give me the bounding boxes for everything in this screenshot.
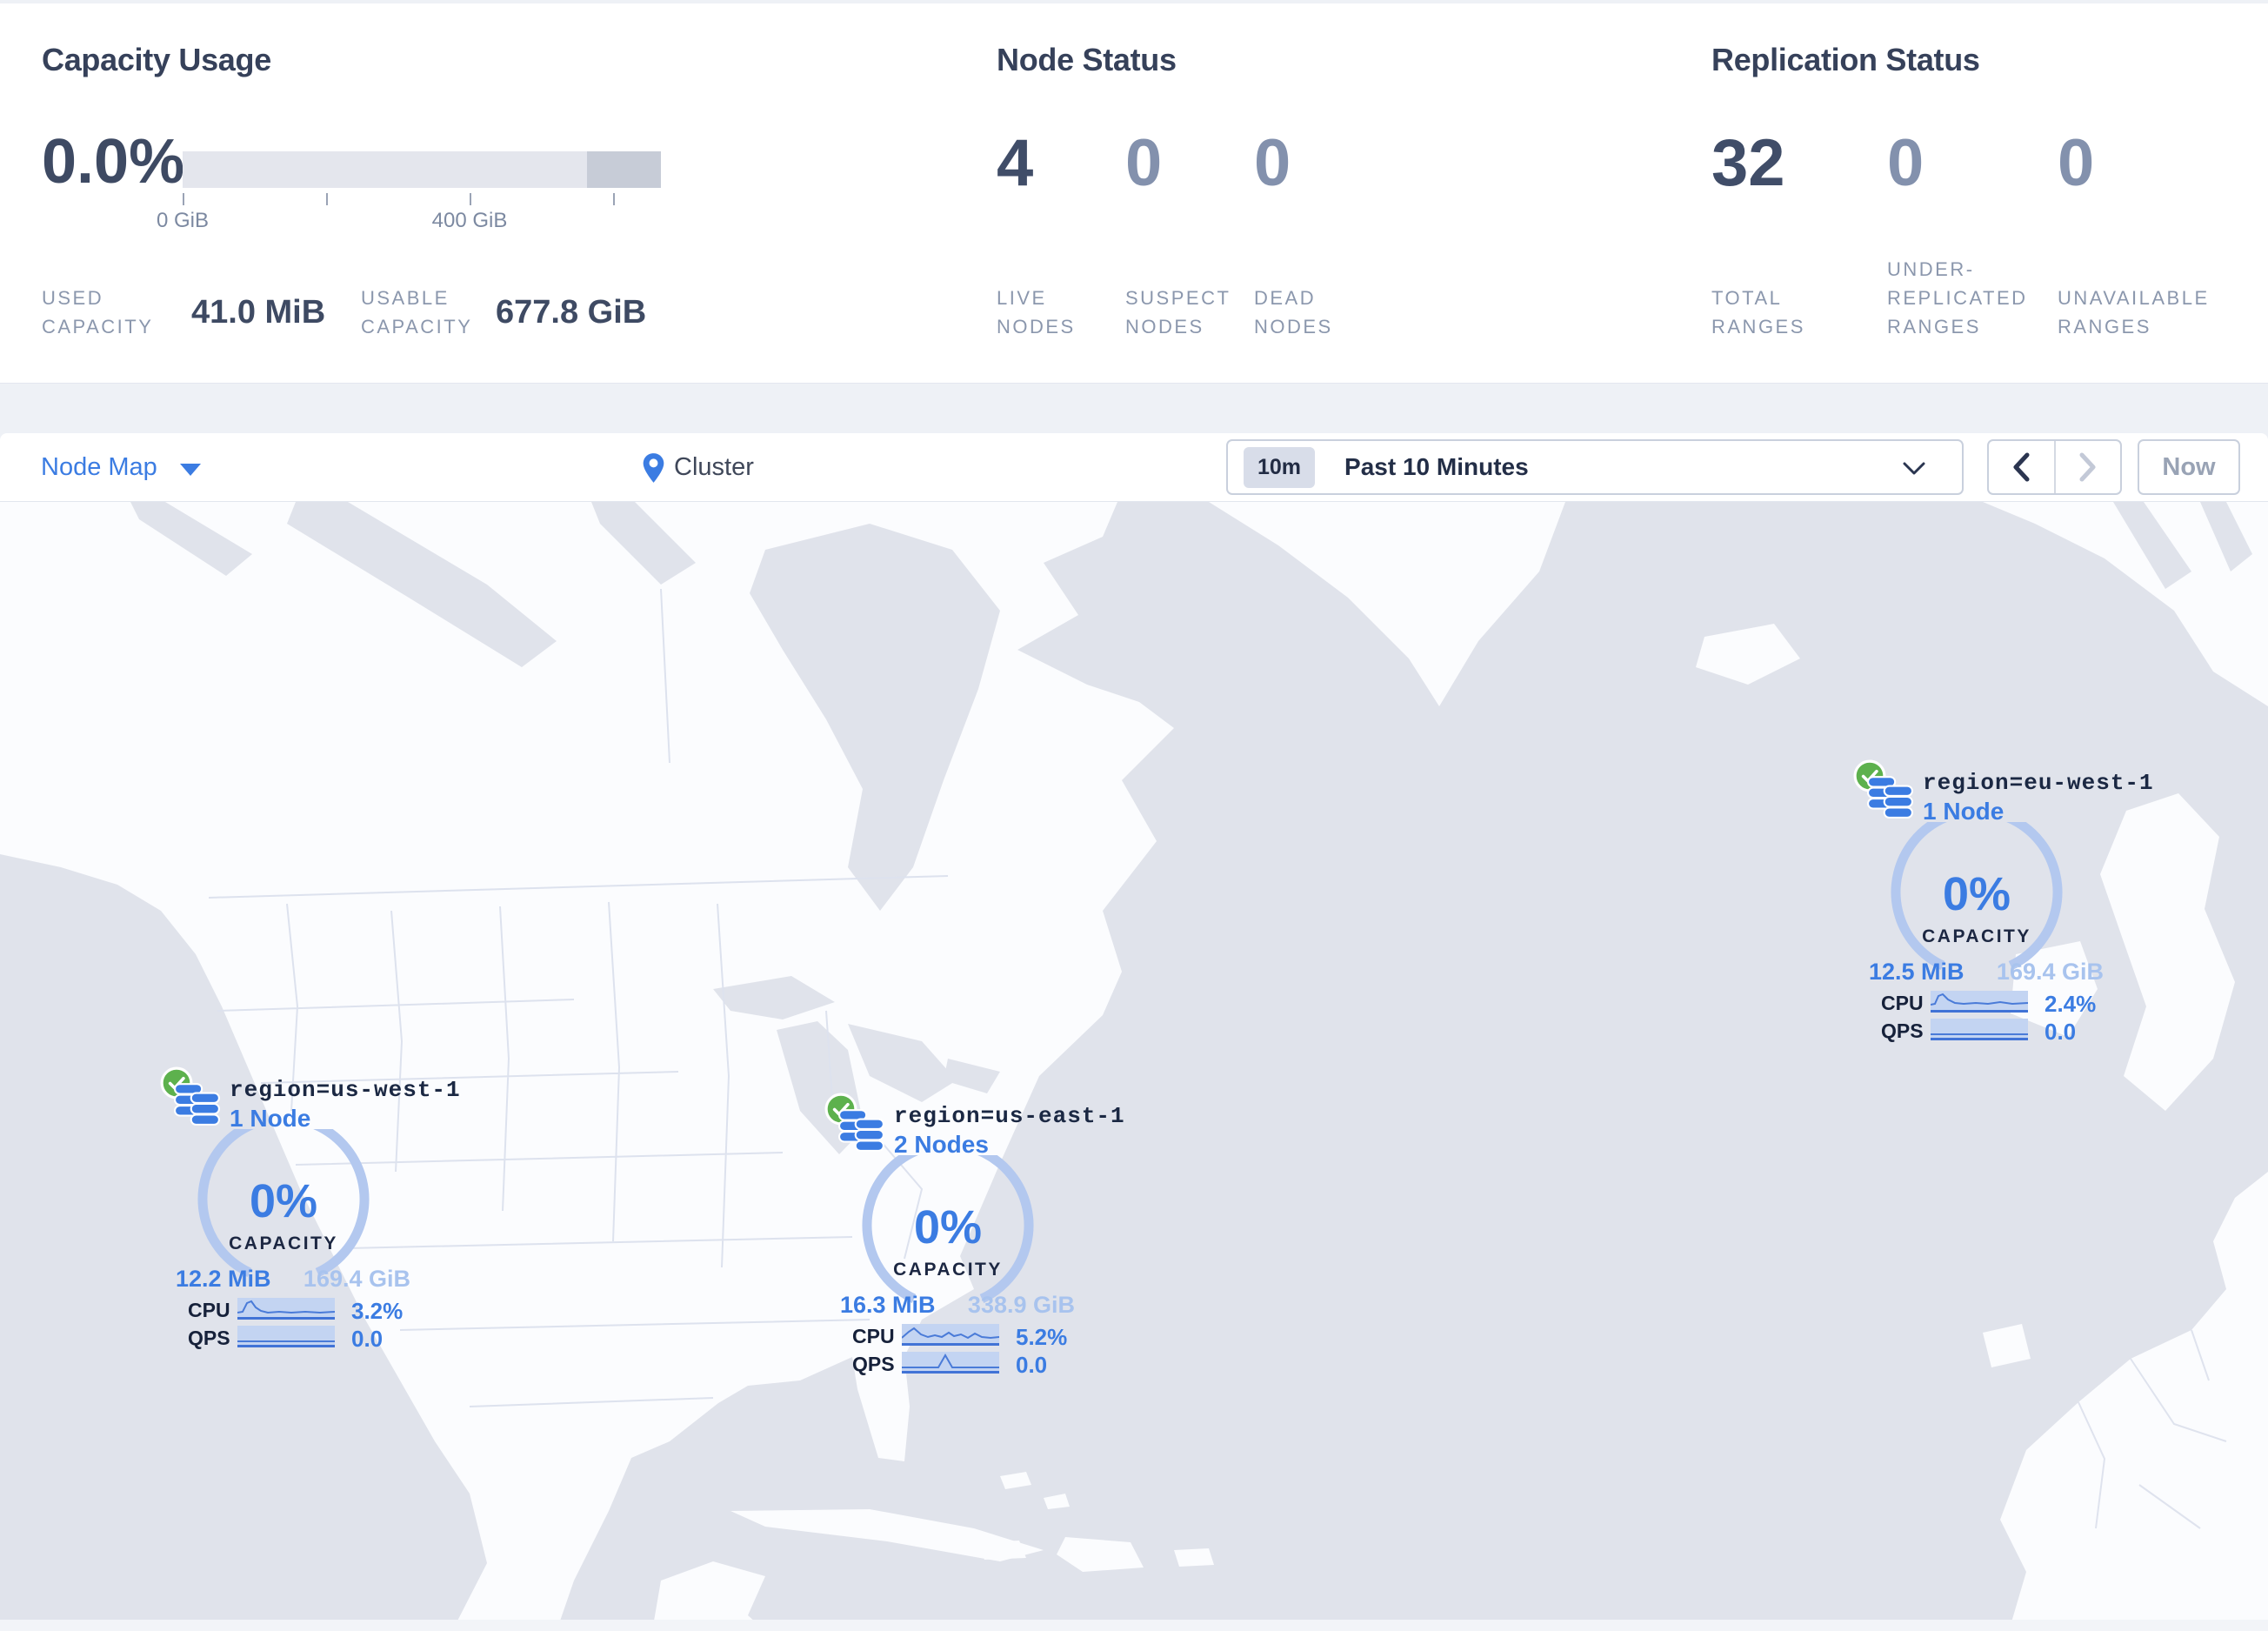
time-step-back-button[interactable] [1989,441,2056,493]
cpu-sparkline [902,1324,999,1346]
region-used-capacity: 12.5 MiB [1869,959,1964,985]
capacity-usage-title: Capacity Usage [42,42,271,77]
region-marker-us-east-1[interactable]: region=us-east-1 2 Nodes 0% CAPACITY 16.… [817,1093,1124,1380]
region-label: region=us-west-1 [230,1077,461,1103]
qps-label: QPS [188,1327,230,1349]
region-qps-row: QPS 0.0 [852,1352,1070,1378]
cpu-label: CPU [1881,992,1924,1014]
database-stack-icon [1867,776,1913,819]
region-capacity-label: CAPACITY [1922,926,2031,946]
region-marker-eu-west-1[interactable]: region=eu-west-1 1 Node 0% CAPACITY 12.5… [1846,759,2153,1046]
chevron-right-icon [2079,452,2096,482]
qps-value: 0.0 [1016,1352,1048,1378]
capacity-axis-tick [326,193,328,205]
region-used-capacity: 16.3 MiB [840,1292,936,1318]
cpu-value: 5.2% [1016,1324,1068,1350]
under-replicated-ranges-label: UNDER-REPLICATED RANGES [1887,258,2028,338]
chevron-down-icon [1903,462,1925,475]
chevron-left-icon [2013,452,2030,482]
live-nodes-count: 4 [997,126,1034,200]
cpu-value: 3.2% [351,1298,404,1324]
suspect-nodes-label: SUSPECT NODES [1125,287,1231,338]
qps-label: QPS [852,1353,895,1375]
region-capacity-label: CAPACITY [229,1233,338,1253]
capacity-axis-tick [183,193,184,205]
region-total-capacity: 338.9 GiB [967,1292,1075,1318]
cpu-label: CPU [852,1325,895,1347]
caret-down-icon [179,463,201,476]
region-total-capacity: 169.4 GiB [303,1266,410,1292]
node-map: region=us-west-1 1 Node 0% CAPACITY 12.2… [0,502,2268,1631]
usable-capacity-label: USABLE CAPACITY [361,287,473,338]
unavailable-ranges-label: UNAVAILABLE RANGES [2058,287,2210,338]
database-stack-icon [838,1109,884,1152]
dead-nodes-count: 0 [1254,126,1291,200]
time-range-badge: 10m [1244,446,1316,488]
qps-value: 0.0 [2045,1019,2077,1045]
view-selector-label: Node Map [41,453,157,481]
qps-sparkline [237,1326,335,1347]
qps-value: 0.0 [351,1326,384,1352]
view-selector-dropdown[interactable]: Node Map [41,433,201,502]
time-range-label: Past 10 Minutes [1344,453,1529,480]
time-range-selector[interactable]: 10m Past 10 Minutes [1226,439,1964,495]
region-qps-row: QPS 0.0 [1881,1019,2098,1045]
cpu-value: 2.4% [2045,991,2097,1017]
total-ranges-count: 32 [1711,126,1785,200]
used-capacity-value: 41.0 MiB [191,294,326,331]
qps-label: QPS [1881,1019,1924,1042]
time-step-forward-button[interactable] [2056,441,2121,493]
capacity-bar-reserved-segment [587,151,661,188]
region-label: region=eu-west-1 [1923,770,2154,796]
cluster-summary-bar: Capacity Usage 0.0% 0 GiB 400 GiB USED C… [0,3,2268,384]
map-bottom-strip [0,1620,2268,1631]
node-status-title: Node Status [997,42,1177,77]
cockroachdb-overview-page: Capacity Usage 0.0% 0 GiB 400 GiB USED C… [0,0,2268,1631]
total-ranges-label: TOTAL RANGES [1711,287,1805,338]
region-cpu-row: CPU 5.2% [852,1324,1070,1350]
qps-sparkline [1931,1019,2028,1040]
usable-capacity-value: 677.8 GiB [496,294,647,331]
cpu-label: CPU [188,1299,230,1321]
qps-sparkline [902,1352,999,1374]
suspect-nodes-count: 0 [1125,126,1163,200]
capacity-axis-label-400: 400 GiB [431,209,508,232]
replication-status-title: Replication Status [1711,42,1980,77]
database-stack-icon [174,1083,220,1126]
now-button[interactable]: Now [2138,439,2240,495]
live-nodes-label: LIVE NODES [997,287,1076,338]
cpu-sparkline [1931,991,2028,1013]
region-cpu-row: CPU 2.4% [1881,991,2098,1017]
used-capacity-label: USED CAPACITY [42,287,154,338]
cpu-sparkline [237,1298,335,1320]
capacity-axis-tick [613,193,615,205]
capacity-percent: 0.0% [42,127,185,197]
breadcrumb[interactable]: Cluster [642,433,754,502]
breadcrumb-label: Cluster [674,453,754,481]
map-puerto-rico [1174,1548,1214,1567]
region-total-capacity: 169.4 GiB [1996,959,2104,985]
region-qps-row: QPS 0.0 [188,1326,405,1352]
dead-nodes-label: DEAD NODES [1254,287,1333,338]
capacity-bar [183,151,661,188]
location-pin-icon [643,452,664,483]
region-capacity-percent: 0% [913,1201,983,1253]
region-capacity-label: CAPACITY [893,1260,1003,1280]
region-used-capacity: 12.2 MiB [176,1266,271,1292]
now-button-label: Now [2162,452,2216,481]
capacity-axis-tick [470,193,471,205]
unavailable-ranges-count: 0 [2058,126,2095,200]
capacity-axis-label-0: 0 GiB [156,209,210,232]
map-jamaica [978,1541,1026,1560]
region-marker-us-west-1[interactable]: region=us-west-1 1 Node 0% CAPACITY 12.2… [153,1066,460,1354]
region-capacity-percent: 0% [1942,868,2011,920]
region-cpu-row: CPU 3.2% [188,1298,405,1324]
under-replicated-ranges-count: 0 [1887,126,1924,200]
map-toolbar: Node Map Cluster 10m Past 10 Minutes Now [0,433,2268,502]
time-step-buttons [1987,439,2122,495]
region-capacity-percent: 0% [249,1175,318,1227]
region-label: region=us-east-1 [894,1103,1125,1129]
